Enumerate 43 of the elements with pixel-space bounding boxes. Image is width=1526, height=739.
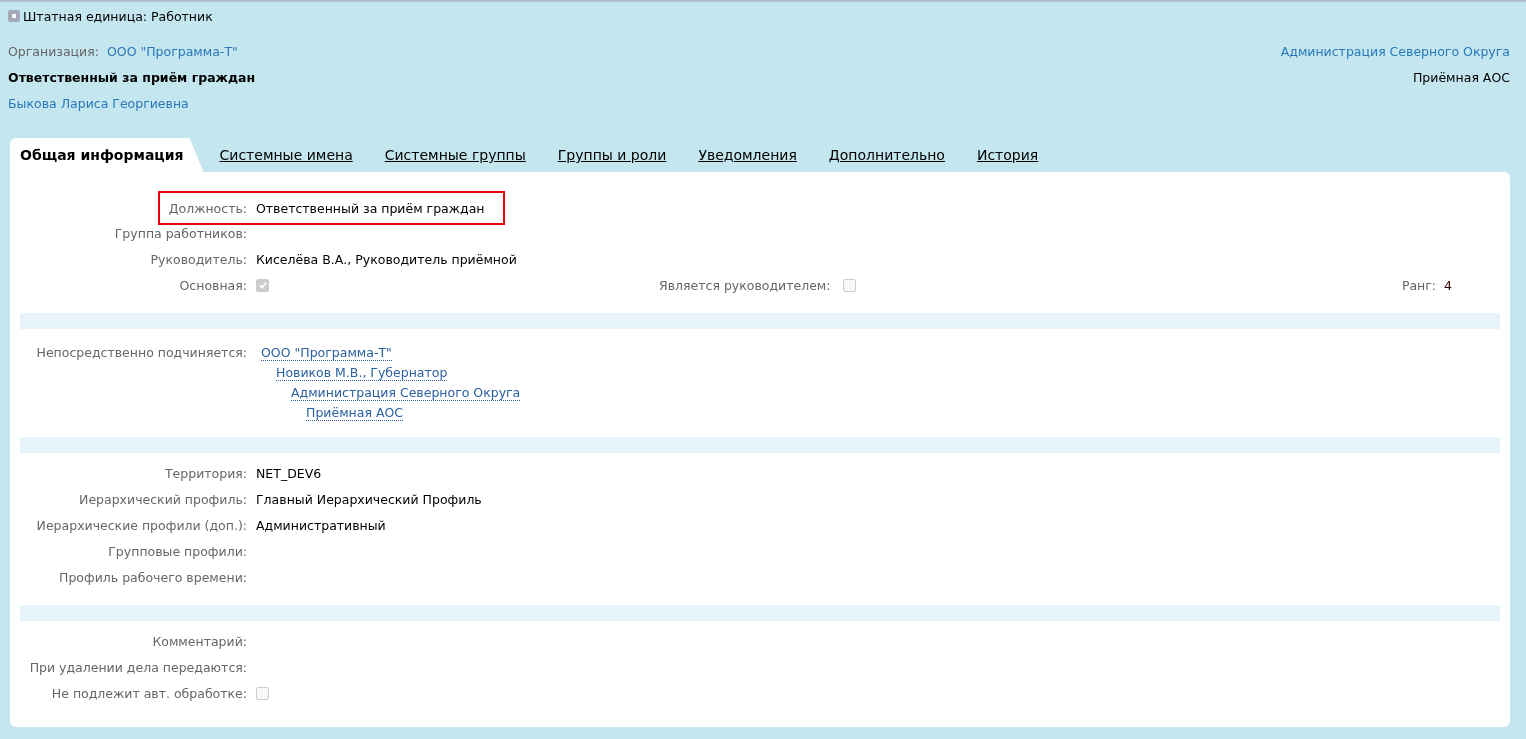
department-link[interactable]: Администрация Северного Округа xyxy=(1280,44,1510,59)
field-label: Профиль рабочего времени: xyxy=(58,569,248,585)
field-label: Является руководителем: xyxy=(659,277,831,293)
organization-label: Организация: xyxy=(8,44,99,59)
field-value: Административный xyxy=(256,517,386,533)
checkbox[interactable] xyxy=(842,278,856,292)
field-label: Не подлежит авт. обработке: xyxy=(50,685,248,701)
field-label: Группа работников: xyxy=(113,225,248,241)
record-icon xyxy=(8,10,20,22)
tab[interactable]: Общая информация xyxy=(10,138,204,172)
field-value: NET_DEV6 xyxy=(256,465,322,481)
unit-name: Приёмная АОС xyxy=(1412,70,1510,85)
field-label: Должность: xyxy=(167,200,248,216)
field-label: При удалении дела передаются: xyxy=(28,659,248,675)
tab[interactable]: Группы и роли xyxy=(541,138,683,172)
field-label: Основная: xyxy=(178,277,248,293)
tree-link[interactable]: Новиков М.В., Губернатор xyxy=(276,365,448,381)
field-label: Непосредственно подчиняется: xyxy=(35,345,248,360)
field-label: Групповые профили: xyxy=(107,543,248,559)
tree-link[interactable]: ООО "Программа-Т" xyxy=(261,345,392,361)
tab[interactable]: Уведомления xyxy=(682,138,813,172)
person-link[interactable]: Быкова Лариса Георгиевна xyxy=(8,96,189,111)
tab[interactable]: Системные группы xyxy=(368,138,542,172)
tree-link[interactable]: Приёмная АОС xyxy=(306,405,404,421)
field-label: Территория: xyxy=(163,465,248,481)
field-label: Руководитель: xyxy=(149,251,248,267)
field-value: Киселёва В.А., Руководитель приёмной xyxy=(256,251,517,267)
tab[interactable]: Дополнительно xyxy=(812,138,961,172)
checkbox[interactable] xyxy=(256,686,269,700)
tab[interactable]: Системные имена xyxy=(203,138,369,172)
field-value: Главный Иерархический Профиль xyxy=(256,491,482,507)
field-label: Иерархические профили (доп.): xyxy=(35,517,248,533)
organization-link[interactable]: ООО "Программа-Т" xyxy=(106,44,238,59)
tab[interactable]: История xyxy=(960,138,1055,172)
field-value: Ответственный за приём граждан xyxy=(256,200,485,216)
tree-link[interactable]: Администрация Северного Округа xyxy=(291,385,521,401)
window-title: Штатная единица: Работник xyxy=(23,8,213,24)
field-label: Ранг: xyxy=(1401,277,1437,293)
field-label: Комментарий: xyxy=(151,633,248,649)
rank-value: 4 xyxy=(1444,277,1452,293)
position-title: Ответственный за приём граждан xyxy=(8,70,256,85)
checkbox[interactable] xyxy=(256,278,269,292)
field-label: Иерархический профиль: xyxy=(78,491,248,507)
